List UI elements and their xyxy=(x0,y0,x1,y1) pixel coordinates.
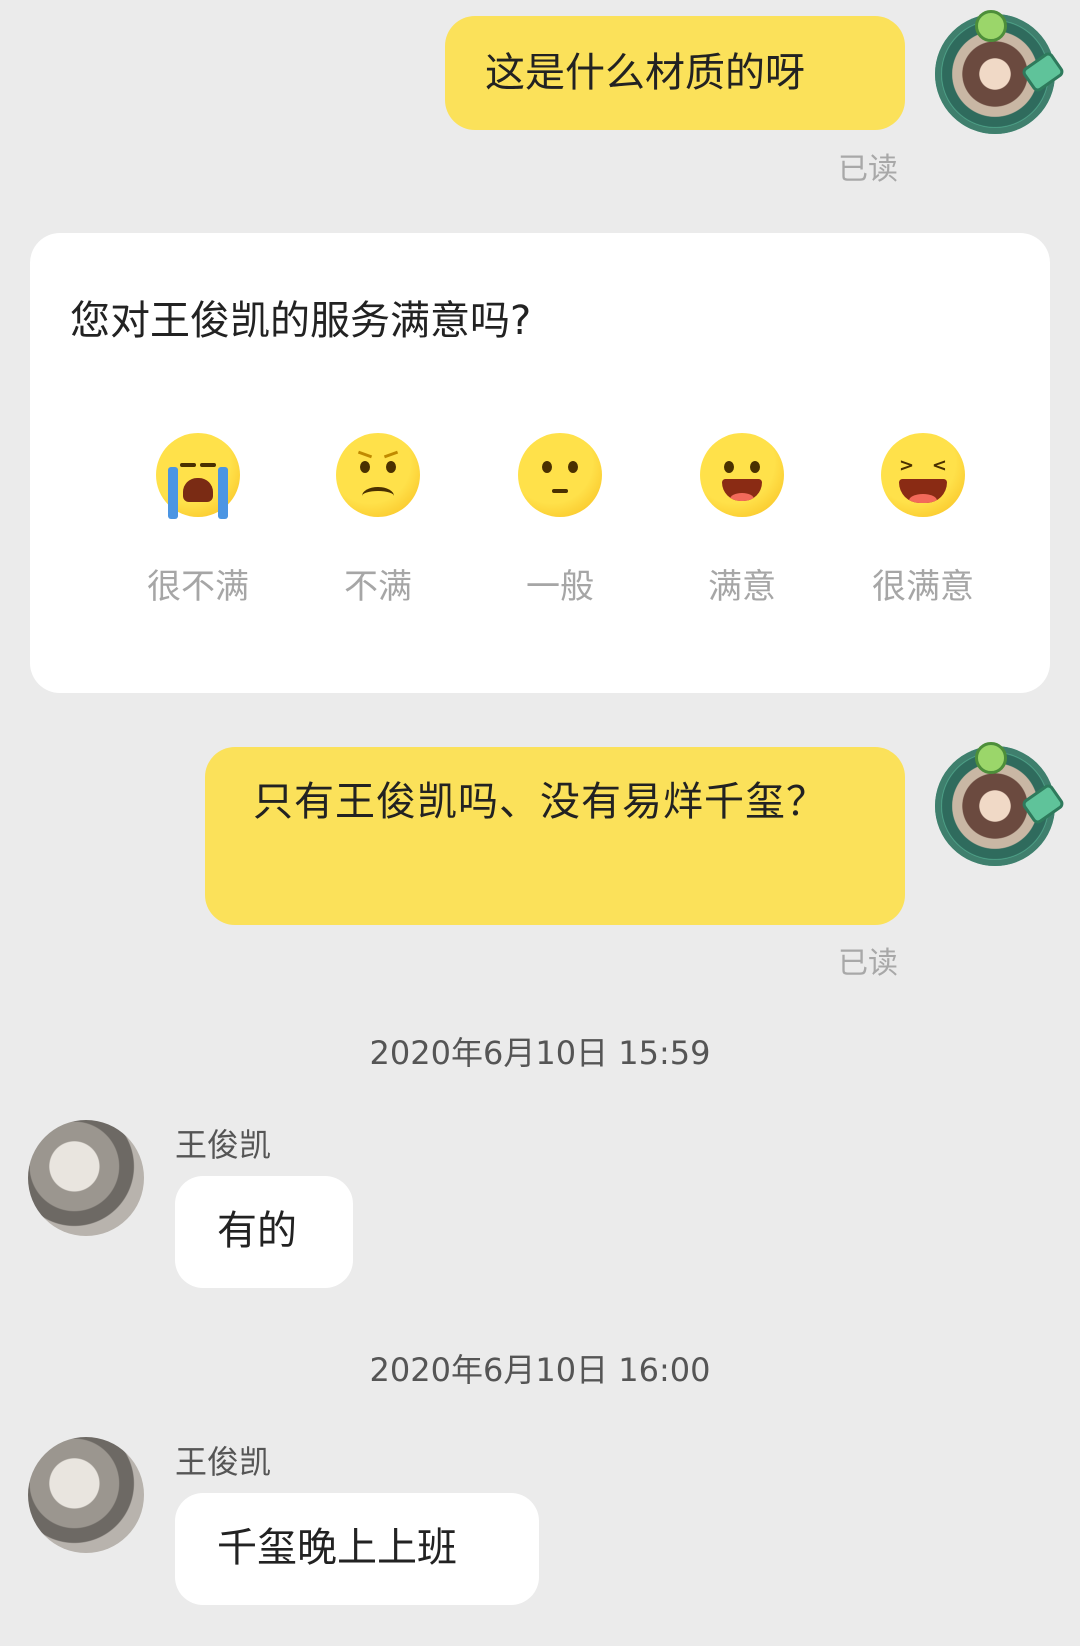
smiling-face-icon xyxy=(700,433,784,517)
avatar-frame-decoration xyxy=(1020,50,1066,94)
incoming-message-bubble[interactable]: 千玺晚上上班 xyxy=(175,1493,539,1605)
laughing-face-icon: > < xyxy=(881,433,965,517)
rating-option-label: 不满 xyxy=(344,567,412,607)
sender-avatar[interactable] xyxy=(28,1120,144,1236)
rating-option-unsatisfied[interactable]: 不满 xyxy=(288,433,468,608)
avatar-frame-decoration xyxy=(1020,782,1066,826)
outgoing-message-bubble[interactable]: 只有王俊凯吗、没有易烊千玺？ xyxy=(205,747,905,925)
rating-option-neutral[interactable]: 一般 xyxy=(470,433,650,608)
my-avatar[interactable] xyxy=(935,10,1066,134)
avatar-frame-decoration xyxy=(975,10,1007,42)
rating-question: 您对王俊凯的服务满意吗? xyxy=(70,298,532,344)
outgoing-message-bubble[interactable]: 这是什么材质的呀 xyxy=(445,16,905,130)
incoming-message-bubble[interactable]: 有的 xyxy=(175,1176,353,1288)
rating-option-label: 满意 xyxy=(708,567,776,607)
rating-option-label: 一般 xyxy=(526,567,594,607)
frowning-face-icon xyxy=(336,433,420,517)
avatar-frame-decoration xyxy=(975,742,1007,774)
sender-name: 王俊凯 xyxy=(175,1443,272,1481)
rating-option-very-satisfied[interactable]: > < 很满意 xyxy=(833,433,1013,608)
crying-face-icon xyxy=(156,433,240,519)
rating-option-satisfied[interactable]: 满意 xyxy=(652,433,832,608)
satisfaction-rating-card: 您对王俊凯的服务满意吗? 很不满 不满 一般 满意 > < 很满意 xyxy=(30,233,1050,693)
sender-name: 王俊凯 xyxy=(175,1126,272,1164)
read-status: 已读 xyxy=(838,946,898,981)
rating-option-label: 很不满 xyxy=(147,567,249,607)
rating-option-very-unsatisfied[interactable]: 很不满 xyxy=(108,433,288,608)
message-timestamp: 2020年6月10日 16:00 xyxy=(369,1351,711,1389)
message-timestamp: 2020年6月10日 15:59 xyxy=(369,1034,711,1072)
neutral-face-icon xyxy=(518,433,602,517)
sender-avatar[interactable] xyxy=(28,1437,144,1553)
read-status: 已读 xyxy=(838,152,898,187)
my-avatar[interactable] xyxy=(935,742,1066,866)
rating-option-label: 很满意 xyxy=(872,567,974,607)
